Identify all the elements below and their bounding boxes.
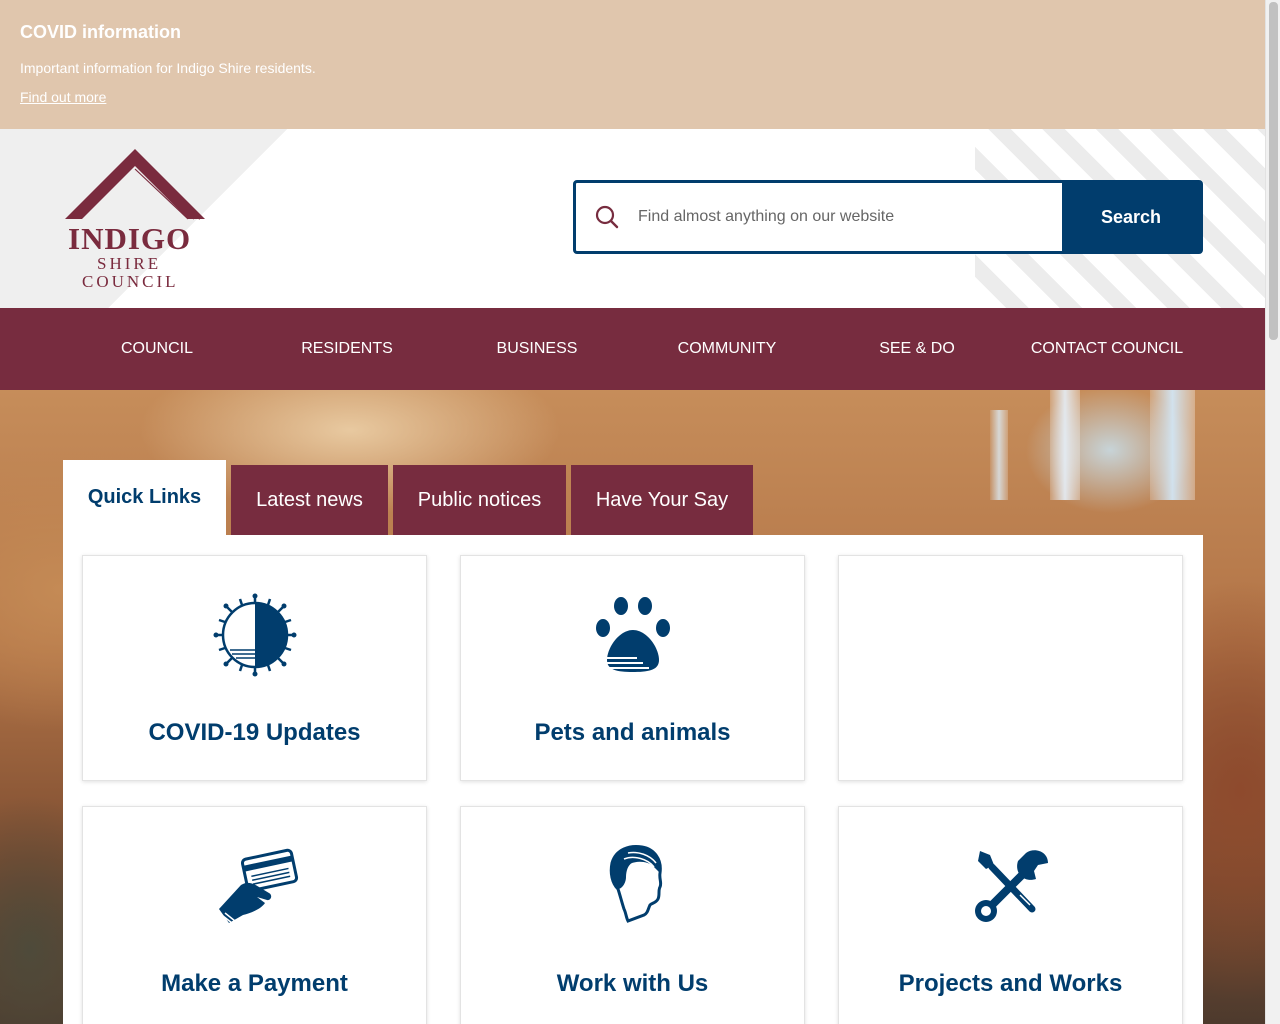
main-nav: COUNCIL RESIDENTS BUSINESS COMMUNITY SEE… <box>0 308 1265 390</box>
search-button[interactable]: Search <box>1062 183 1200 251</box>
card-payment-icon <box>83 843 426 929</box>
nav-item-council[interactable]: COUNCIL <box>62 308 252 390</box>
logo-text: SHIRE <box>97 254 162 273</box>
card-label: Pets and animals <box>534 719 731 746</box>
card-label: Make a Payment <box>161 970 348 997</box>
nav-item-community[interactable]: COMMUNITY <box>632 308 822 390</box>
waterfall-decoration <box>990 410 1008 500</box>
tab-latest-news[interactable]: Latest news <box>231 465 388 535</box>
card-label: Projects and Works <box>898 970 1123 997</box>
card-make-a-payment[interactable]: Make a Payment <box>82 806 427 1024</box>
logo-text: COUNCIL <box>82 272 179 291</box>
card-label: COVID-19 Updates <box>148 719 361 746</box>
paw-icon <box>461 592 804 678</box>
scrollbar-thumb[interactable] <box>1269 2 1278 340</box>
card-pets-and-animals[interactable]: Pets and animals <box>460 555 805 781</box>
logo-text: INDIGO <box>68 221 192 256</box>
card-empty[interactable] <box>838 555 1183 781</box>
tools-icon <box>839 843 1182 929</box>
search-input[interactable] <box>638 183 1062 251</box>
page-scrollbar[interactable] <box>1265 0 1280 1024</box>
search-icon <box>576 183 638 251</box>
waterfall-decoration <box>1050 390 1080 500</box>
nav-item-contact-council[interactable]: CONTACT COUNCIL <box>1012 308 1202 390</box>
banner-title: COVID information <box>20 22 181 42</box>
card-projects-and-works[interactable]: Projects and Works <box>838 806 1183 1024</box>
quick-links-panel: COVID-19 Updates Pets and animals Make a… <box>63 535 1203 1024</box>
site-header: INDIGO SHIRE COUNCIL Search <box>0 129 1265 308</box>
card-covid-updates[interactable]: COVID-19 Updates <box>82 555 427 781</box>
card-work-with-us[interactable]: Work with Us <box>460 806 805 1024</box>
banner-text: Important information for Indigo Shire r… <box>20 60 316 76</box>
nav-item-see-and-do[interactable]: SEE & DO <box>822 308 1012 390</box>
find-out-more-link[interactable]: Find out more <box>20 89 106 105</box>
tab-have-your-say[interactable]: Have Your Say <box>571 465 753 535</box>
nav-item-residents[interactable]: RESIDENTS <box>252 308 442 390</box>
virus-icon <box>83 592 426 678</box>
search-bar: Search <box>573 180 1203 254</box>
waterfall-decoration <box>1150 390 1195 500</box>
card-label: Work with Us <box>556 970 709 997</box>
covid-banner: COVID information Important information … <box>0 0 1265 129</box>
tab-public-notices[interactable]: Public notices <box>393 465 566 535</box>
person-head-icon <box>461 843 804 929</box>
nav-item-business[interactable]: BUSINESS <box>442 308 632 390</box>
tab-quick-links[interactable]: Quick Links <box>63 460 226 535</box>
